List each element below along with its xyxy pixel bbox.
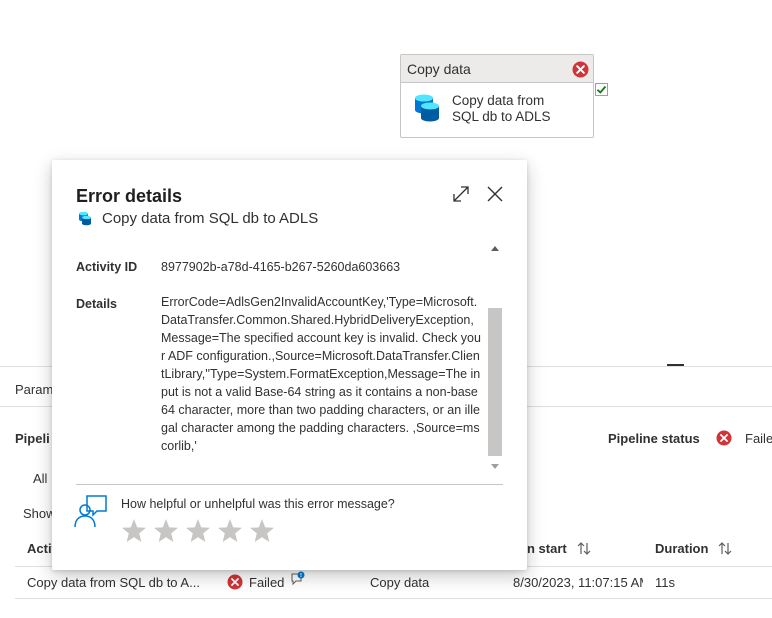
pipeline-status-label: Pipeline status bbox=[608, 431, 700, 446]
error-circle-icon bbox=[716, 430, 732, 446]
sort-icon bbox=[719, 542, 732, 555]
feedback-separator bbox=[76, 484, 503, 485]
table-row[interactable]: Copy data from SQL db to A... Failed Cop… bbox=[15, 567, 772, 598]
activity-node-type: Copy data bbox=[407, 60, 471, 77]
sql-database-icon bbox=[415, 94, 439, 122]
activity-duration: 11s bbox=[655, 575, 675, 590]
pipeline-run-section-title: Pipeli bbox=[15, 431, 50, 446]
column-header-run-start-label: n start bbox=[527, 541, 567, 556]
star-icon[interactable] bbox=[248, 517, 276, 545]
error-details-text: ErrorCode=AdlsGen2InvalidAccountKey,'Typ… bbox=[161, 295, 481, 453]
error-details-dialog: Error details Copy data from SQL db to A… bbox=[52, 160, 527, 570]
pipeline-monitor-canvas: Copy data Copy data from SQL db to ADLS … bbox=[0, 0, 772, 618]
vertical-scrollbar[interactable] bbox=[488, 242, 502, 472]
activity-status-text: Failed bbox=[249, 574, 285, 590]
activity-id-label: Activity ID bbox=[76, 260, 138, 274]
activity-type: Copy data bbox=[370, 575, 430, 590]
caret-up-icon bbox=[491, 245, 499, 251]
dialog-subtitle-text: Copy data from SQL db to ADLS bbox=[102, 210, 319, 227]
scroll-up-arrow[interactable] bbox=[488, 242, 502, 254]
feedback-question: How helpful or unhelpful was this error … bbox=[121, 497, 395, 511]
chat-bubble-icon[interactable] bbox=[290, 571, 306, 587]
expand-icon[interactable] bbox=[451, 184, 471, 204]
rating-stars bbox=[120, 517, 280, 545]
error-circle-icon bbox=[572, 61, 589, 78]
star-icon[interactable] bbox=[216, 517, 244, 545]
success-output-port[interactable] bbox=[595, 83, 608, 96]
dialog-subtitle: Copy data from SQL db to ADLS bbox=[78, 210, 318, 227]
star-icon[interactable] bbox=[120, 517, 148, 545]
checkmark-icon bbox=[596, 85, 607, 94]
activity-id-value: 8977902b-a78d-4165-b267-5260da603663 bbox=[161, 260, 401, 274]
close-icon[interactable] bbox=[485, 184, 505, 204]
feedback-person-icon bbox=[74, 495, 107, 528]
show-label: Show bbox=[23, 506, 56, 521]
dialog-title: Error details bbox=[76, 186, 183, 206]
star-icon[interactable] bbox=[152, 517, 180, 545]
column-header-run-start[interactable]: n start bbox=[527, 541, 591, 556]
star-icon[interactable] bbox=[184, 517, 212, 545]
scroll-down-arrow[interactable] bbox=[488, 460, 502, 472]
activity-run-start: 8/30/2023, 11:07:15 AM bbox=[513, 575, 643, 590]
activity-node-label: Copy data from SQL db to ADLS bbox=[452, 93, 551, 124]
details-label: Details bbox=[76, 297, 117, 311]
scrollbar-thumb[interactable] bbox=[488, 308, 502, 456]
caret-down-icon bbox=[491, 463, 499, 469]
sql-database-icon bbox=[79, 211, 91, 226]
pipeline-status-value: Faile bbox=[745, 431, 772, 446]
error-circle-icon bbox=[227, 574, 243, 590]
activity-node-copy-data[interactable]: Copy data Copy data from SQL db to ADLS bbox=[400, 54, 594, 138]
column-header-duration-label: Duration bbox=[655, 541, 709, 556]
table-row-divider bbox=[15, 598, 772, 599]
activity-node-header: Copy data bbox=[401, 55, 593, 83]
filter-all-tab[interactable]: All bbox=[33, 471, 47, 486]
sort-icon bbox=[577, 542, 591, 555]
activity-status-cell: Failed bbox=[227, 571, 306, 590]
tab-parameters[interactable]: Param bbox=[15, 382, 53, 397]
column-header-duration[interactable]: Duration bbox=[655, 541, 732, 556]
activity-name-link[interactable]: Copy data from SQL db to A... bbox=[27, 575, 200, 590]
